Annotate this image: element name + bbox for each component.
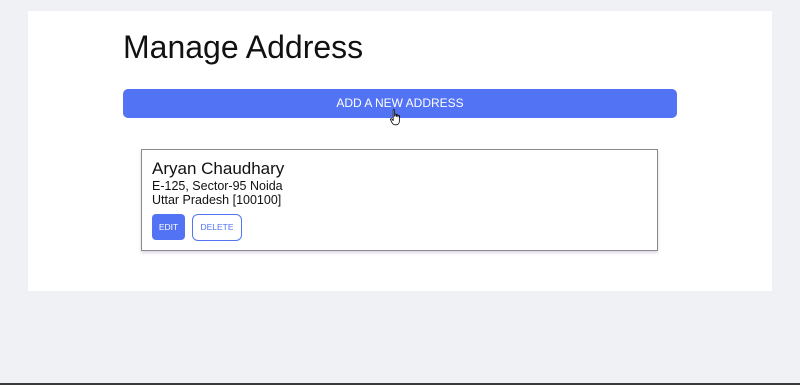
address-card: Aryan Chaudhary E-125, Sector-95 Noida U… bbox=[141, 149, 658, 251]
address-name: Aryan Chaudhary bbox=[152, 159, 285, 178]
delete-button[interactable]: DELETE bbox=[192, 214, 242, 241]
hand-pointer-icon bbox=[390, 109, 400, 126]
address-line-2: Uttar Pradesh [100100] bbox=[152, 193, 282, 207]
address-line-1: E-125, Sector-95 Noida bbox=[152, 179, 283, 193]
edit-button[interactable]: EDIT bbox=[152, 214, 185, 240]
page-title: Manage Address bbox=[123, 29, 364, 65]
address-panel: Manage Address ADD A NEW ADDRESS Aryan C… bbox=[28, 11, 772, 291]
